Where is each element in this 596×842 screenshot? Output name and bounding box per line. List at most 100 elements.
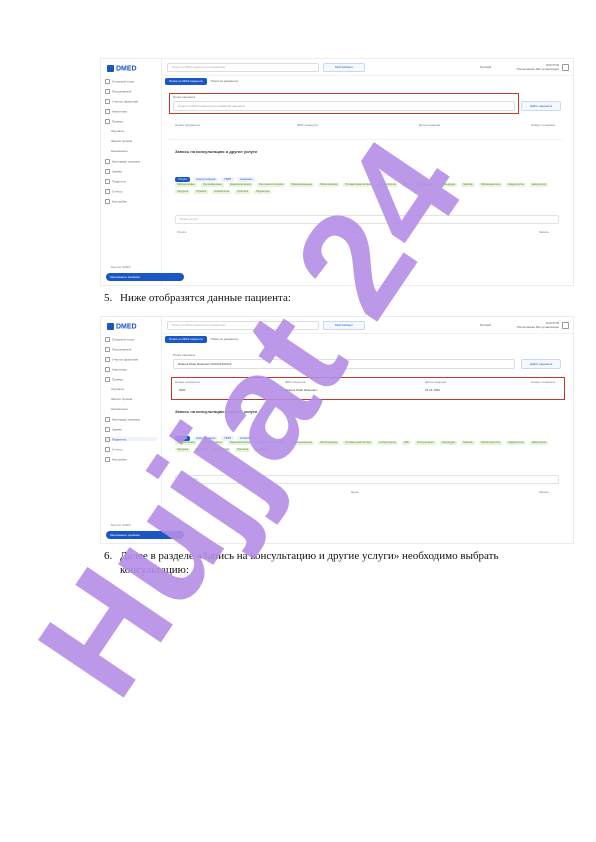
top-bar: Поиск по ИИН пациента или фамилии Мой Ка… — [161, 59, 573, 76]
sidebar-subitem-1[interactable]: Записи приема — [111, 139, 132, 143]
service-chip[interactable]: Урология — [235, 447, 251, 452]
sidebar-subitem-1[interactable]: Записи приема — [111, 397, 132, 401]
service-chip[interactable]: Неврология — [529, 440, 548, 445]
sidebar-item-4[interactable]: Приемы — [105, 377, 123, 382]
service-chip[interactable]: Лабораторные — [175, 440, 197, 445]
sidebar-item-2[interactable]: Участок (фасилия) — [105, 357, 138, 362]
sidebar-item-3[interactable]: Аналитика — [105, 109, 127, 114]
language-selector[interactable]: Русский — [480, 65, 491, 69]
logo: DMED — [107, 65, 137, 72]
sidebar: DMED Основной поиск Патронажный Участок … — [101, 317, 184, 543]
user-info[interactable]: DOCTOR Поликлиника №1 организации — [517, 63, 559, 71]
sidebar-item-9[interactable]: Заявки — [105, 169, 122, 174]
service-chip[interactable]: Функциональные — [289, 440, 315, 445]
sidebar-item-2[interactable]: Участок (фасилия) — [105, 99, 138, 104]
my-cabinet-button[interactable]: Мой Кабинет — [323, 63, 365, 72]
service-chip[interactable]: Педиатрия — [254, 447, 272, 452]
sidebar-item-10[interactable]: Пациенты — [105, 179, 126, 184]
top-search-input[interactable]: Поиск по ИИН пациента или фамилии — [167, 63, 319, 72]
service-chip[interactable]: ЛФК — [401, 182, 412, 187]
service-chip[interactable]: Процедуры — [439, 440, 458, 445]
sidebar-item-1[interactable]: Патронажный — [105, 89, 131, 94]
service-chip[interactable]: Рентгенологические — [257, 440, 286, 445]
sidebar-appointments-button[interactable]: Записанных приёмов — [106, 531, 184, 539]
sidebar-item-3[interactable]: Аналитика — [105, 367, 127, 372]
find-patient-button[interactable]: Найти пациента — [521, 359, 561, 369]
user-info[interactable]: DOCTOR Поликлиника №1 организации — [517, 321, 559, 329]
service-chip[interactable]: Рентгенологические — [257, 182, 286, 187]
sidebar-subitem-2[interactable]: Назначения — [111, 149, 128, 153]
sidebar-item-8[interactable]: Календарь приемов — [105, 417, 140, 422]
service-chip[interactable]: Терапия — [194, 189, 209, 194]
service-search-input[interactable]: Поиск услуги — [175, 215, 559, 224]
service-chip[interactable]: Лабораторные — [175, 182, 197, 187]
sidebar-item-0[interactable]: Основной поиск — [105, 79, 134, 84]
service-chip[interactable]: Офтальмология — [478, 182, 503, 187]
sidebar-item-10[interactable]: Пациенты — [105, 437, 157, 442]
find-patient-button[interactable]: Найти пациента — [521, 101, 561, 111]
service-chip[interactable]: Терапия — [194, 447, 209, 452]
tab-iin-search[interactable]: Поиск по ИИН пациента — [165, 78, 207, 85]
sidebar-subitem-2[interactable]: Назначения — [111, 407, 128, 411]
service-chip[interactable]: Гинекология — [212, 189, 232, 194]
service-chip[interactable]: Неврология — [529, 182, 548, 187]
step6-text-line1: Далее в разделе «Запись на консультацию … — [120, 550, 499, 562]
my-cabinet-button[interactable]: Мой Кабинет — [323, 321, 365, 330]
ticket-icon — [105, 427, 110, 432]
service-chip[interactable]: Ультразвуковые — [200, 182, 224, 187]
language-selector[interactable]: Русский — [480, 323, 491, 327]
service-chip[interactable]: Консультации — [415, 440, 436, 445]
service-chip[interactable]: Физиотерапия — [318, 440, 340, 445]
sidebar-item-0[interactable]: Основной поиск — [105, 337, 134, 342]
service-chip[interactable]: Процедуры — [439, 182, 458, 187]
service-chip[interactable]: Функциональные — [289, 182, 315, 187]
service-chip[interactable]: Хирургия — [175, 447, 191, 452]
service-chip[interactable]: Лучевая диагностика — [343, 440, 373, 445]
col-name: ФИО пациента — [297, 123, 318, 127]
sidebar-item-12[interactable]: Настройки — [105, 457, 127, 462]
service-search-input[interactable]: Поиск услуги — [175, 475, 559, 484]
service-chip[interactable]: Лучевая диагностика — [343, 182, 373, 187]
sidebar-subitem-0[interactable]: Журналы — [111, 129, 124, 133]
service-chip[interactable]: Урология — [235, 189, 251, 194]
highlight-box — [171, 377, 565, 400]
home-icon — [105, 337, 110, 342]
service-chip[interactable]: Эндоскопические — [227, 182, 254, 187]
section-title: Запись на консультацию и другие услуги — [175, 409, 258, 414]
logout-icon[interactable] — [562, 64, 569, 71]
service-chip[interactable]: Кардиология — [506, 182, 526, 187]
service-chip[interactable]: Физиотерапия — [318, 182, 340, 187]
sidebar-subitem-0[interactable]: Журналы — [111, 387, 124, 391]
service-chip[interactable]: Консультации — [415, 182, 436, 187]
service-chip[interactable]: Стоматология — [376, 440, 398, 445]
logout-icon[interactable] — [562, 322, 569, 329]
list-col-service: Услуга — [177, 230, 187, 234]
service-chip[interactable]: Массаж — [461, 440, 475, 445]
sidebar-item-9[interactable]: Заявки — [105, 427, 122, 432]
tab-iin-search[interactable]: Поиск по ИИН пациента — [165, 336, 207, 343]
tab-document-search[interactable]: Поиск по документу — [207, 336, 243, 343]
sidebar-item-12[interactable]: Настройки — [105, 199, 127, 204]
sidebar-item-11[interactable]: Отчёты — [105, 447, 122, 452]
service-chip[interactable]: Эндоскопические — [227, 440, 254, 445]
patient-search-input[interactable]: Иванов Иван Иванович 900101300123 — [173, 359, 515, 369]
service-chip[interactable]: ЛФК — [401, 440, 412, 445]
service-chip[interactable]: Массаж — [461, 182, 475, 187]
service-chip[interactable]: Гинекология — [212, 447, 232, 452]
tab-document-search[interactable]: Поиск по документу — [207, 78, 243, 85]
sidebar-item-8[interactable]: Календарь приемов — [105, 159, 140, 164]
calendar-icon — [105, 119, 110, 124]
sidebar-item-1[interactable]: Патронажный — [105, 347, 131, 352]
service-chip[interactable]: Кардиология — [506, 440, 526, 445]
chart-icon — [105, 367, 110, 372]
service-chip[interactable]: Хирургия — [175, 189, 191, 194]
sidebar-item-4[interactable]: Приемы — [105, 119, 123, 124]
top-search-input[interactable]: Поиск по ИИН пациента или фамилии — [167, 321, 319, 330]
service-chip[interactable]: Педиатрия — [254, 189, 272, 194]
sidebar-item-11[interactable]: Отчёты — [105, 189, 122, 194]
service-chip[interactable]: Офтальмология — [478, 440, 503, 445]
sidebar-appointments-button[interactable]: Записанных приёмов — [106, 273, 184, 281]
service-chip[interactable]: Стоматология — [376, 182, 398, 187]
service-chips: Лабораторные Ультразвуковые Эндоскопически… — [175, 181, 555, 195]
service-chip[interactable]: Ультразвуковые — [200, 440, 224, 445]
